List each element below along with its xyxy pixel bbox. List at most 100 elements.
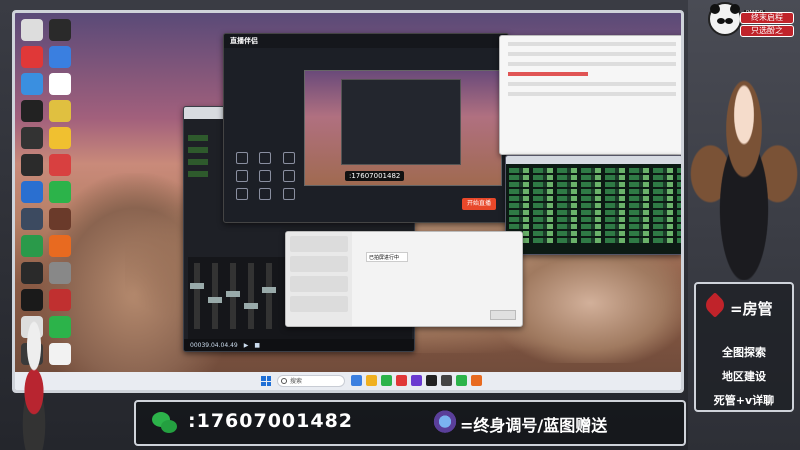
taskbar-app-icon[interactable] [351,375,362,386]
tool-icon[interactable] [259,170,272,182]
streaming-app-window[interactable]: 直播伴侣 :17607001482 开始直播 [223,33,509,223]
taskbar-app-icon[interactable] [396,375,407,386]
panda-avatar [708,2,742,36]
desktop-icon[interactable] [49,99,71,122]
desktop-icon[interactable] [49,72,71,95]
taskbar-app-icon[interactable] [366,375,377,386]
desktop-icon[interactable] [49,234,71,257]
desktop-icon[interactable] [49,126,71,149]
taskbar-search[interactable]: 搜索 [277,375,345,387]
desktop-icons [19,17,73,365]
preview-nested-window [341,79,461,165]
chat-bubble: 已拍屏进行中 [366,252,408,262]
tool-icon[interactable] [282,152,295,164]
table-rows [509,168,681,245]
taskbar-app-icon[interactable] [456,375,467,386]
desktop-icon[interactable] [49,153,71,176]
taskbar-app-icon[interactable] [381,375,392,386]
track-clip[interactable] [188,159,208,165]
taskbar-app-icon[interactable] [426,375,437,386]
service-info-box: =房管 全图探索 地区建设 死管+v详聊 [694,282,794,412]
document-window[interactable] [499,35,681,155]
tool-icon[interactable] [259,188,272,200]
streaming-app-titlebar[interactable]: 直播伴侣 [224,34,508,48]
rocket-icon [702,292,728,318]
desktop-icon[interactable] [49,180,71,203]
desktop-icon[interactable] [21,288,43,311]
tool-icon[interactable] [236,152,248,164]
chat-list [286,232,352,326]
chat-list-item[interactable] [290,236,348,252]
taskbar-app-icon[interactable] [441,375,452,386]
desktop-capture: 00039.04.04.49 ▶ ■ 直播伴侣 :17607001482 开始直… [12,10,684,393]
track-clip[interactable] [188,171,208,177]
tool-icon[interactable] [282,188,295,200]
desktop-icon[interactable] [49,207,71,230]
preview-phone-text: :17607001482 [345,171,405,181]
stream-preview: :17607001482 [304,70,502,186]
taskbar-app-icon[interactable] [471,375,482,386]
chat-window[interactable]: 已拍屏进行中 [285,231,523,327]
rank-badge-icon [432,409,458,437]
contact-banner: :17607001482 =终身调号/蓝图赠送 [134,400,686,446]
desktop-icon[interactable] [21,126,43,149]
desktop-icon[interactable] [21,45,43,68]
desktop-icon[interactable] [21,207,43,230]
chat-list-item[interactable] [290,256,348,272]
fader[interactable] [262,263,276,329]
desktop-icon[interactable] [21,153,43,176]
desktop-icon[interactable] [21,99,43,122]
desktop-icon[interactable] [21,234,43,257]
tool-icon[interactable] [259,152,272,164]
taskbar-app-icon[interactable] [411,375,422,386]
contact-phone: :17607001482 [188,410,354,432]
wechat-icon [152,412,178,434]
chat-list-item[interactable] [290,296,348,312]
track-clip[interactable] [188,135,208,141]
tool-icon[interactable] [236,188,248,200]
data-table-window[interactable] [505,155,681,255]
taskbar: 搜索 [15,372,681,390]
start-stream-button[interactable]: 开始直播 [462,198,496,210]
character-art-right [688,44,800,280]
highlight-line [508,72,588,76]
fader[interactable] [208,263,222,329]
streaming-sidebar [228,52,300,222]
start-icon[interactable] [261,376,271,386]
room-manager-label: =房管 [730,300,773,318]
desktop-icon[interactable] [49,45,71,68]
desktop-icon[interactable] [21,18,43,41]
desktop-icon[interactable] [49,18,71,41]
fader[interactable] [244,263,258,329]
character-art-left [4,320,64,450]
tagline: 终末启程 只选酚之 [740,12,794,37]
play-icon[interactable]: ▶ [244,342,249,349]
desktop-icon[interactable] [21,72,43,95]
fader[interactable] [226,263,240,329]
tool-icon[interactable] [236,170,248,182]
service-item: 死管+v详聊 [713,394,775,407]
desktop-icon[interactable] [49,288,71,311]
service-offer: =终身调号/蓝图赠送 [460,416,608,435]
desktop-icon[interactable] [49,261,71,284]
tool-grid [236,152,300,200]
desktop-icon[interactable] [21,180,43,203]
tagline-line-2: 只选酚之 [740,25,794,37]
desert-rock [495,243,681,363]
chat-list-item[interactable] [290,276,348,292]
service-item: 地区建设 [722,370,766,383]
stop-icon[interactable]: ■ [254,342,260,349]
streaming-app-title: 直播伴侣 [230,37,258,45]
tool-icon[interactable] [282,170,295,182]
fader[interactable] [190,263,204,329]
taskbar-apps [351,375,482,386]
service-item: 全图探索 [722,346,766,359]
search-icon [281,378,287,384]
table-titlebar[interactable] [506,156,681,164]
search-placeholder: 搜索 [290,378,303,385]
desktop-icon[interactable] [21,261,43,284]
send-button[interactable] [490,310,516,320]
track-clip[interactable] [188,147,208,153]
transport-bar: 00039.04.04.49 ▶ ■ [184,339,414,351]
tagline-line-1: 终末启程 [740,12,794,24]
